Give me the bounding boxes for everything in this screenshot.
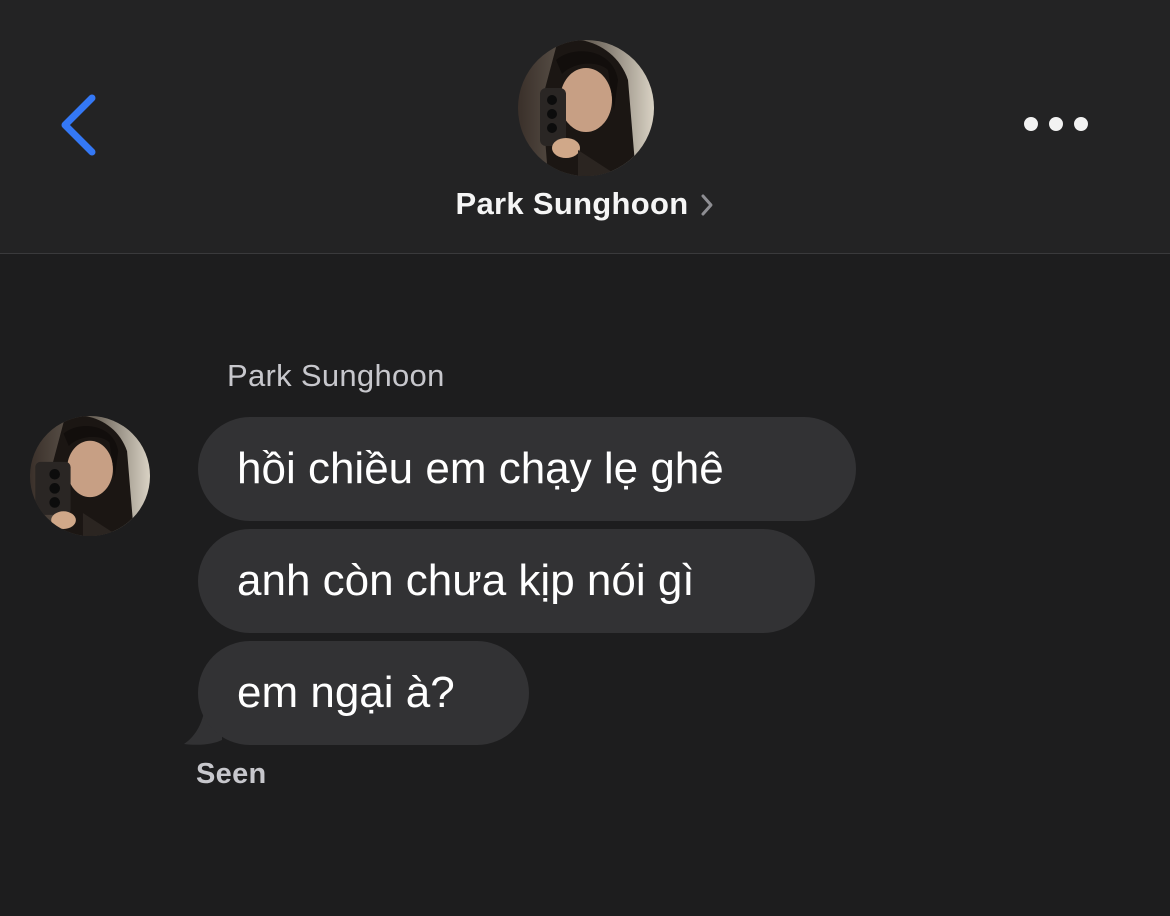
ellipsis-icon-dot: [1049, 117, 1063, 131]
sender-avatar[interactable]: [30, 416, 150, 536]
more-options-button[interactable]: [1012, 104, 1100, 144]
contact-title[interactable]: Park Sunghoon: [0, 186, 1170, 222]
ellipsis-icon-dot: [1074, 117, 1088, 131]
message-bubble[interactable]: hồi chiều em chạy lẹ ghê: [198, 417, 856, 521]
contact-name: Park Sunghoon: [455, 186, 689, 221]
contact-avatar[interactable]: [518, 40, 654, 176]
chevron-right-icon: [701, 194, 713, 216]
ellipsis-icon-dot: [1024, 117, 1038, 131]
chat-header: Park Sunghoon: [0, 0, 1170, 254]
sender-avatar-image: [30, 416, 150, 536]
back-button[interactable]: [52, 88, 112, 164]
chevron-left-icon: [61, 94, 96, 156]
contact-avatar-image: [518, 40, 654, 176]
seen-status: Seen: [196, 758, 267, 790]
message-bubble[interactable]: anh còn chưa kịp nói gì: [198, 529, 815, 633]
sender-name: Park Sunghoon: [227, 358, 445, 393]
message-bubble[interactable]: em ngại à?: [198, 641, 529, 745]
chat-screen: Park Sunghoon Park Sunghoon hồi chiều em…: [0, 0, 1170, 916]
